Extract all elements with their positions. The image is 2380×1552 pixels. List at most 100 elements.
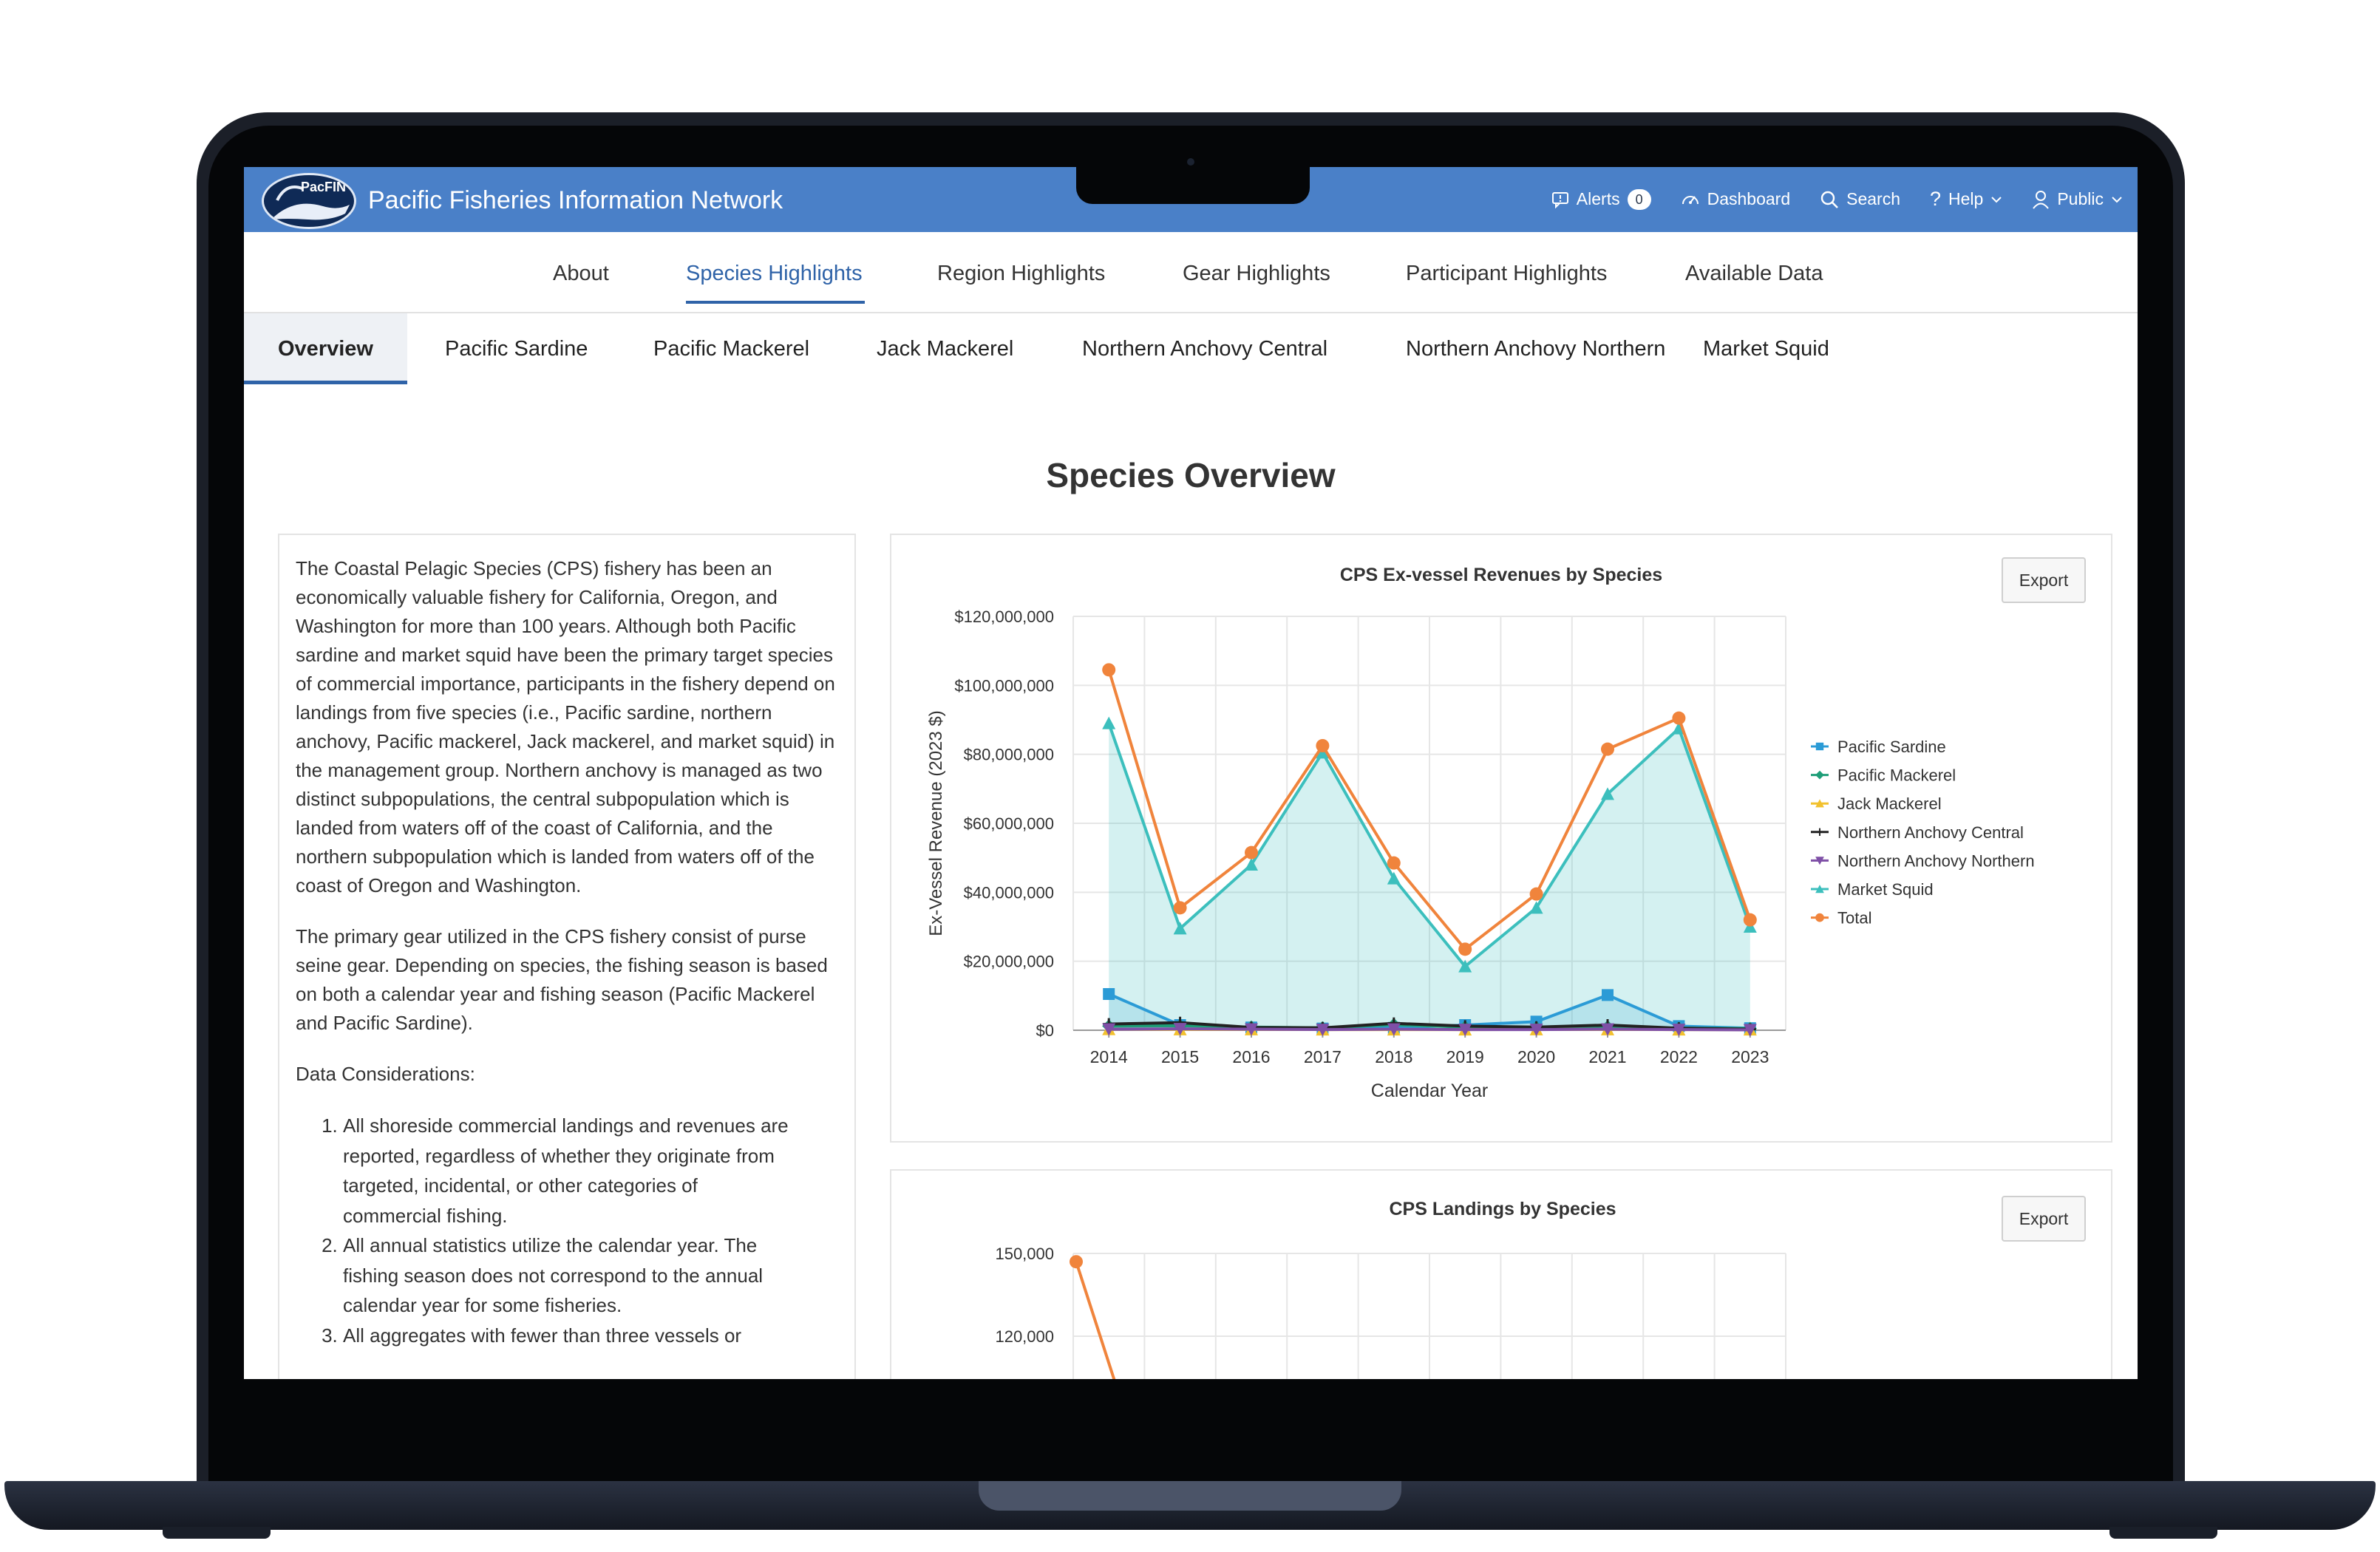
data-point-total <box>1316 739 1330 752</box>
legend-item-pacific-sardine: Pacific Sardine <box>1811 738 1946 756</box>
search-label: Search <box>1846 189 1900 208</box>
data-point-total <box>1743 913 1757 927</box>
tab-available-data[interactable]: Available Data <box>1685 262 1823 286</box>
data-point-total <box>1245 845 1258 860</box>
list-item: All shoreside commercial landings and re… <box>343 1111 797 1231</box>
x-axis-label: Calendar Year <box>1371 1080 1488 1101</box>
user-label: Public <box>2057 189 2104 208</box>
legend-label: Total <box>1837 909 1871 928</box>
subtab-northern-anchovy-central[interactable]: Northern Anchovy Central <box>1082 313 1327 384</box>
help-label: Help <box>1948 189 1984 208</box>
overview-text: The Coastal Pelagic Species (CPS) fisher… <box>296 554 838 1350</box>
legend-item-jack-mackerel: Jack Mackerel <box>1811 794 1942 813</box>
x-tick-label: 2014 <box>1090 1047 1128 1066</box>
y-tick-label: $20,000,000 <box>964 953 1054 971</box>
tab-gear-highlights[interactable]: Gear Highlights <box>1183 262 1330 286</box>
x-tick-label: 2023 <box>1731 1047 1769 1066</box>
x-tick-label: 2015 <box>1161 1047 1199 1066</box>
legend-marker <box>1815 742 1824 751</box>
camera-notch <box>1076 160 1310 204</box>
legend-label: Northern Anchovy Northern <box>1837 851 2035 870</box>
intro-paragraph: The Coastal Pelagic Species (CPS) fisher… <box>296 557 835 896</box>
data-point-total <box>1601 742 1614 756</box>
legend-item-total: Total <box>1811 909 1871 928</box>
data-point-total <box>1672 711 1686 725</box>
dashboard-label: Dashboard <box>1707 189 1791 208</box>
subtab-pacific-mackerel[interactable]: Pacific Mackerel <box>653 313 809 384</box>
subtab-market-squid[interactable]: Market Squid <box>1703 313 1829 384</box>
data-considerations-list: All shoreside commercial landings and re… <box>324 1111 797 1350</box>
tab-about[interactable]: About <box>553 262 609 286</box>
page-title: Species Overview <box>1046 456 1336 494</box>
legend-label: Market Squid <box>1837 880 1934 899</box>
legend-marker <box>1815 913 1824 922</box>
active-tab-underline <box>686 301 865 304</box>
user-icon <box>2033 190 2050 209</box>
y-axis-label: Ex-Vessel Revenue (2023 $) <box>926 710 946 936</box>
species-subnav: Overview Pacific Sardine Pacific Mackere… <box>244 313 2138 386</box>
y-tick-label: $100,000,000 <box>954 676 1054 695</box>
laptop-foot-right <box>2109 1527 2217 1539</box>
data-point-pacific-sardine <box>1103 988 1115 1000</box>
x-tick-label: 2020 <box>1517 1047 1555 1066</box>
tab-participant-highlights[interactable]: Participant Highlights <box>1406 262 1607 286</box>
help-menu[interactable]: ? Help <box>1930 188 2002 211</box>
tab-species-highlights[interactable]: Species Highlights <box>686 262 863 286</box>
x-tick-label: 2018 <box>1375 1047 1412 1066</box>
subtab-overview[interactable]: Overview <box>244 313 407 384</box>
gear-paragraph: The primary gear utilized in the CPS fis… <box>296 925 828 1034</box>
pacfin-logo[interactable]: PacFIN <box>262 173 356 229</box>
data-point-total <box>1458 942 1472 956</box>
legend-label: Jack Mackerel <box>1837 794 1942 813</box>
search-link[interactable]: Search <box>1820 189 1900 209</box>
legend-marker <box>1815 828 1824 837</box>
data-point-total <box>1529 887 1543 901</box>
data-point-pacific-sardine <box>1602 989 1614 1001</box>
site-title[interactable]: Pacific Fisheries Information Network <box>368 186 783 215</box>
legend-label: Pacific Mackerel <box>1837 766 1956 785</box>
list-item: All annual statistics utilize the calend… <box>343 1231 797 1321</box>
camera-icon <box>1187 158 1194 166</box>
subtab-northern-anchovy-northern[interactable]: Northern Anchovy Northern <box>1406 313 1665 384</box>
data-point-total <box>1102 663 1116 677</box>
legend-item-northern-anchovy-central: Northern Anchovy Central <box>1811 823 2024 842</box>
legend-marker <box>1815 770 1824 780</box>
series-line-total <box>1075 1261 1116 1379</box>
legend-label: Pacific Sardine <box>1837 738 1946 756</box>
alert-message-icon <box>1551 191 1568 208</box>
tab-region-highlights[interactable]: Region Highlights <box>937 262 1105 286</box>
revenue-chart-panel: CPS Ex-vessel Revenues by Species Export… <box>890 534 2112 1143</box>
y-tick-label: $120,000,000 <box>954 607 1054 626</box>
y-tick-label: $40,000,000 <box>964 883 1054 902</box>
revenue-line-chart[interactable]: $0 $20,000,000 $40,000,000 $60,000,000 $80,0… <box>891 535 2111 1141</box>
user-menu[interactable]: Public <box>2032 189 2123 209</box>
x-tick-label: 2021 <box>1588 1047 1626 1066</box>
utility-nav: Alerts 0 Dashboard Search ? Help Public <box>1551 188 2123 211</box>
laptop-frame: PacFIN Pacific Fisheries Information Net… <box>0 0 2380 1552</box>
landings-chart-panel: CPS Landings by Species Export 150,000 12… <box>890 1169 2112 1379</box>
subtab-pacific-sardine[interactable]: Pacific Sardine <box>445 313 588 384</box>
alerts-label: Alerts <box>1576 189 1620 208</box>
subtab-jack-mackerel[interactable]: Jack Mackerel <box>877 313 1013 384</box>
legend-label: Northern Anchovy Central <box>1837 823 2024 842</box>
landings-line-chart[interactable]: 150,000120,000Pacific Sardine <box>891 1171 2111 1379</box>
main-nav: About Species Highlights Region Highligh… <box>244 232 2138 313</box>
legend-item-market-squid: Market Squid <box>1811 880 1934 899</box>
data-point-market-squid <box>1102 716 1116 729</box>
x-tick-label: 2019 <box>1446 1047 1484 1066</box>
alerts-count-badge: 0 <box>1627 188 1651 210</box>
x-tick-label: 2016 <box>1232 1047 1270 1066</box>
y-tick-label: $80,000,000 <box>964 746 1054 764</box>
y-tick-label: $0 <box>1036 1021 1054 1040</box>
data-point-total <box>1173 901 1187 915</box>
data-point-total <box>1070 1255 1083 1269</box>
gauge-icon <box>1682 195 1699 204</box>
y-tick-label: $60,000,000 <box>964 814 1054 833</box>
alerts-link[interactable]: Alerts 0 <box>1551 188 1651 210</box>
browser-screen: PacFIN Pacific Fisheries Information Net… <box>244 167 2138 1379</box>
dashboard-link[interactable]: Dashboard <box>1681 189 1791 209</box>
x-tick-label: 2017 <box>1304 1047 1342 1066</box>
data-considerations-heading: Data Considerations: <box>296 1063 475 1085</box>
chevron-down-icon <box>2112 196 2122 202</box>
laptop-opening-notch <box>979 1481 1401 1511</box>
